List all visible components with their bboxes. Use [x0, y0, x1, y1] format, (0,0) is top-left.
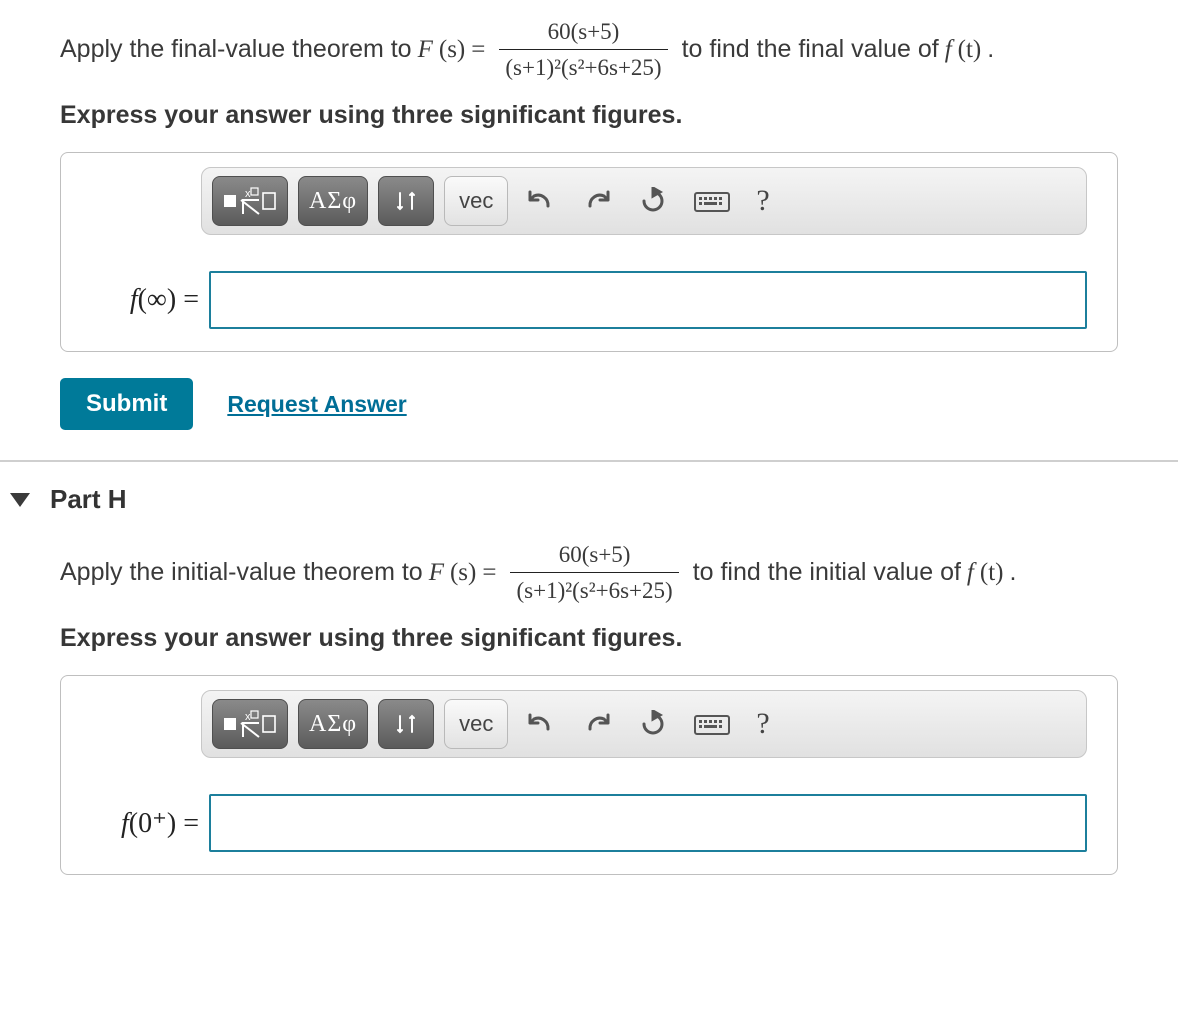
greek-button[interactable]: ΑΣφ — [298, 176, 368, 226]
part-title: Part H — [50, 484, 127, 515]
f-symbol: f — [945, 33, 952, 67]
f-arg: (t) — [958, 33, 982, 67]
redo-button[interactable] — [574, 699, 620, 749]
collapse-caret-icon — [10, 493, 30, 507]
equals: = — [482, 556, 496, 590]
answer-panel: x ΑΣφ vec — [60, 152, 1118, 352]
F-symbol: F — [429, 556, 444, 590]
f-symbol: f — [967, 556, 974, 590]
svg-text:x: x — [245, 188, 251, 200]
help-button[interactable]: ? — [748, 699, 777, 749]
denominator: (s+1)²(s²+6s+25) — [499, 49, 667, 83]
prompt-post: to find the initial value of — [693, 556, 961, 590]
equation-toolbar: x ΑΣφ vec — [201, 167, 1087, 235]
fraction: 60(s+5) (s+1)²(s²+6s+25) — [510, 539, 678, 606]
F-arg: (s) — [450, 556, 476, 590]
equals: = — [471, 33, 485, 67]
templates-button[interactable]: x — [212, 176, 288, 226]
answer-label: f(0⁺) = — [91, 806, 199, 840]
sub-sup-button[interactable] — [378, 176, 434, 226]
F-arg: (s) — [439, 33, 465, 67]
part-header[interactable]: Part H — [0, 462, 1178, 523]
redo-button[interactable] — [574, 176, 620, 226]
numerator: 60(s+5) — [553, 539, 637, 572]
numerator: 60(s+5) — [542, 16, 626, 49]
F-symbol: F — [418, 33, 433, 67]
greek-button[interactable]: ΑΣφ — [298, 699, 368, 749]
answer-input[interactable] — [209, 794, 1087, 852]
keyboard-button[interactable] — [686, 176, 738, 226]
answer-label: f(∞) = — [91, 284, 199, 316]
instruction: Express your answer using three signific… — [60, 101, 1118, 130]
request-answer-link[interactable]: Request Answer — [227, 391, 406, 418]
answer-panel: x ΑΣφ vec — [60, 675, 1118, 875]
help-button[interactable]: ? — [748, 176, 777, 226]
sub-sup-button[interactable] — [378, 699, 434, 749]
prompt-post: to find the final value of — [682, 33, 939, 67]
undo-button[interactable] — [518, 176, 564, 226]
submit-button[interactable]: Submit — [60, 378, 193, 430]
period: . — [1009, 556, 1016, 590]
templates-button[interactable]: x — [212, 699, 288, 749]
undo-button[interactable] — [518, 699, 564, 749]
question-prompt: Apply the initial-value theorem to F(s) … — [60, 539, 1118, 606]
fraction: 60(s+5) (s+1)²(s²+6s+25) — [499, 16, 667, 83]
reset-button[interactable] — [630, 699, 676, 749]
keyboard-button[interactable] — [686, 699, 738, 749]
f-arg: (t) — [980, 556, 1004, 590]
reset-button[interactable] — [630, 176, 676, 226]
period: . — [987, 33, 994, 67]
prompt-pre: Apply the initial-value theorem to — [60, 556, 423, 590]
prompt-pre: Apply the final-value theorem to — [60, 33, 412, 67]
equation-toolbar: x ΑΣφ vec — [201, 690, 1087, 758]
denominator: (s+1)²(s²+6s+25) — [510, 572, 678, 606]
vec-button[interactable]: vec — [444, 176, 508, 226]
question-prompt: Apply the final-value theorem to F(s) = … — [60, 16, 1118, 83]
svg-text:x: x — [245, 711, 251, 723]
answer-input[interactable] — [209, 271, 1087, 329]
instruction: Express your answer using three signific… — [60, 624, 1118, 653]
vec-button[interactable]: vec — [444, 699, 508, 749]
